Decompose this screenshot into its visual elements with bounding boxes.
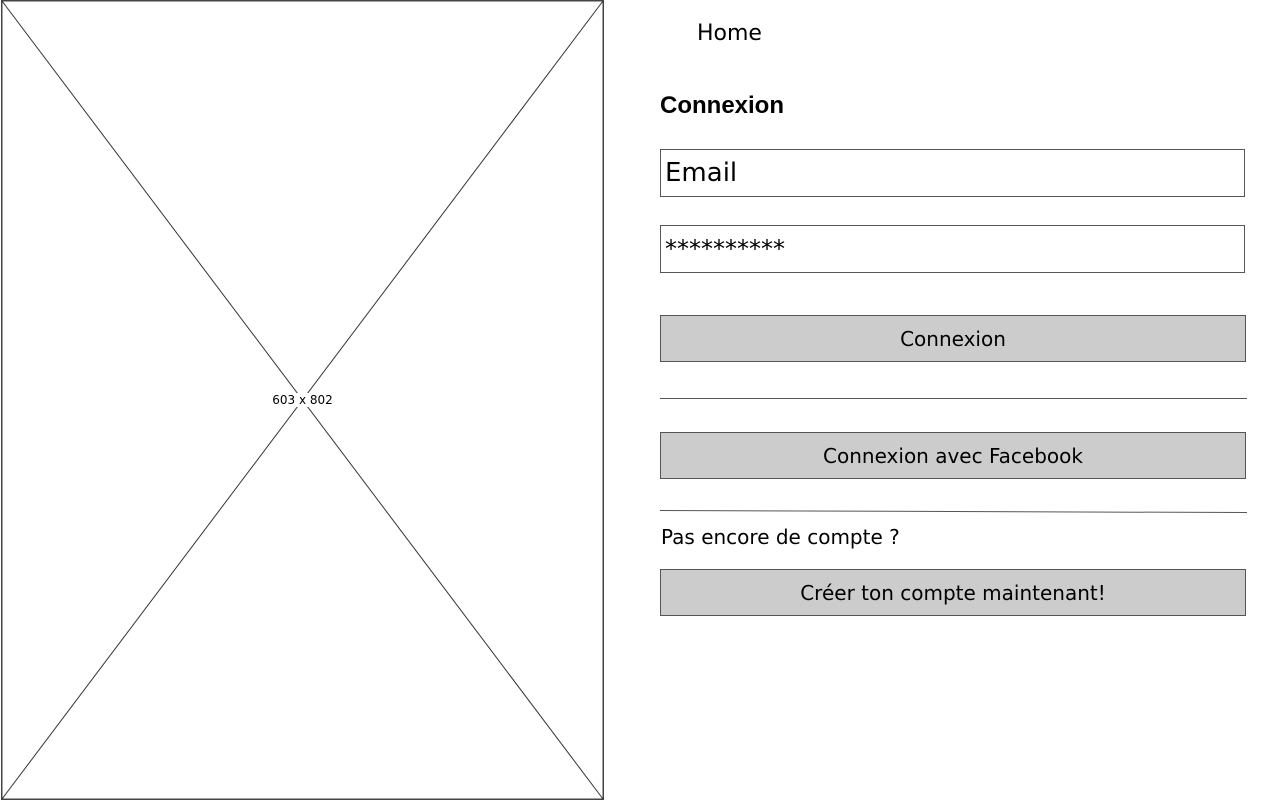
image-placeholder-dimensions: 603 x 802 xyxy=(271,393,334,407)
password-input[interactable] xyxy=(660,225,1245,273)
no-account-text: Pas encore de compte ? xyxy=(661,525,900,549)
login-button[interactable]: Connexion xyxy=(660,315,1246,362)
email-input[interactable] xyxy=(660,149,1245,197)
create-account-button[interactable]: Créer ton compte maintenant! xyxy=(660,569,1246,616)
divider xyxy=(660,398,1247,399)
login-title: Connexion xyxy=(660,92,784,119)
nav-home-link[interactable]: Home xyxy=(697,20,762,48)
image-placeholder: 603 x 802 xyxy=(1,0,604,800)
divider xyxy=(659,510,1247,514)
facebook-login-button[interactable]: Connexion avec Facebook xyxy=(660,432,1246,479)
